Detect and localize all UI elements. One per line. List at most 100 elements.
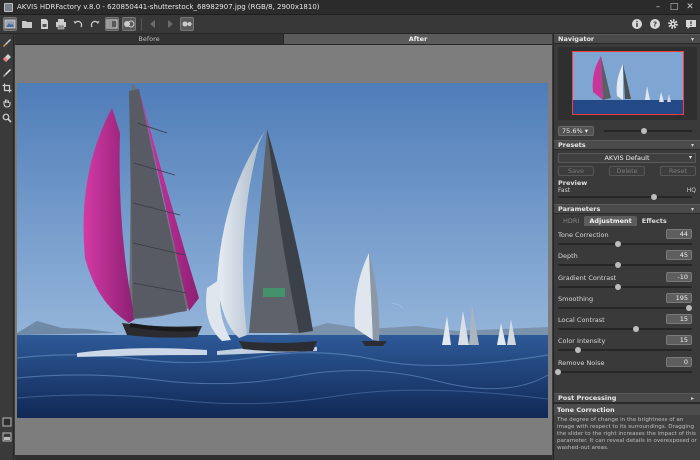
batch-button[interactable] <box>180 17 194 31</box>
tab-after[interactable]: After <box>283 34 552 44</box>
tool-background-color[interactable] <box>1 416 13 428</box>
preview-slider[interactable] <box>558 194 692 200</box>
redo-icon <box>90 20 100 28</box>
delete-preset-button[interactable]: Delete <box>609 166 645 176</box>
param-value-field[interactable]: 15 <box>666 335 692 346</box>
navigator-header[interactable]: Navigator ▾ <box>554 34 700 44</box>
param-slider-knob[interactable] <box>615 262 622 269</box>
param-label: Tone Correction <box>558 231 609 239</box>
reset-preset-button[interactable]: Reset <box>660 166 696 176</box>
navigator-title: Navigator <box>558 35 595 43</box>
zoom-select[interactable]: 75.6% ▾ <box>558 126 594 136</box>
svg-text:?: ? <box>653 21 657 29</box>
forward-button[interactable] <box>163 17 177 31</box>
presets-header[interactable]: Presets ▾ <box>554 140 700 150</box>
presets-title: Presets <box>558 141 586 149</box>
zoom-slider[interactable] <box>604 128 692 134</box>
param-label: Local Contrast <box>558 316 605 325</box>
save-button[interactable] <box>37 17 51 31</box>
redo-button[interactable] <box>88 17 102 31</box>
eraser-icon <box>3 54 11 62</box>
param-slider-knob[interactable] <box>575 347 582 354</box>
tool-zoom[interactable] <box>1 112 13 124</box>
preview-fast-label: Fast <box>558 187 571 194</box>
close-button[interactable]: ✕ <box>682 1 698 13</box>
tab-hdri[interactable]: HDRI <box>558 216 584 226</box>
collapse-icon: ▾ <box>690 206 694 213</box>
image-canvas[interactable] <box>15 45 552 460</box>
tool-crop[interactable] <box>1 82 13 94</box>
zoom-value: 75.6% <box>562 127 583 135</box>
zoom-slider-knob[interactable] <box>640 128 647 134</box>
parameters-header[interactable]: Parameters ▾ <box>554 204 700 214</box>
tip-title: Tone Correction <box>554 404 700 415</box>
print-button[interactable] <box>54 17 68 31</box>
tip-text: The degree of change in the brightness o… <box>557 417 697 451</box>
param-row-remove-noise: Remove Noise 0 <box>554 356 700 378</box>
tool-toggle-view[interactable] <box>1 431 13 443</box>
arrow-right-icon <box>168 20 173 28</box>
param-value-field[interactable]: 45 <box>666 250 692 261</box>
param-slider-knob[interactable] <box>686 304 693 311</box>
save-preset-button[interactable]: Save <box>558 166 594 176</box>
info-button[interactable] <box>630 17 644 31</box>
back-button[interactable] <box>146 17 160 31</box>
arrow-left-icon <box>150 20 155 28</box>
param-value-field[interactable]: 0 <box>666 356 692 367</box>
compare-button[interactable] <box>105 17 119 31</box>
notifications-button[interactable] <box>684 17 698 31</box>
settings-button[interactable] <box>666 17 680 31</box>
param-row-depth: Depth 45 <box>554 250 700 271</box>
param-slider-knob[interactable] <box>555 368 561 375</box>
param-value-field[interactable]: -10 <box>666 271 692 282</box>
tool-hand[interactable] <box>1 97 13 109</box>
param-value-field[interactable]: 15 <box>666 314 692 325</box>
brush-icon <box>3 39 11 47</box>
expand-icon: ▸ <box>690 395 694 402</box>
photo-artwork <box>17 83 548 418</box>
minimize-button[interactable]: – <box>650 1 666 13</box>
help-icon: ? <box>650 19 660 29</box>
param-slider[interactable] <box>558 241 692 247</box>
preset-select[interactable]: AKVIS Default ▾ <box>558 153 696 163</box>
param-slider-knob[interactable] <box>615 283 622 290</box>
toolbar-separator <box>141 17 142 31</box>
tab-before[interactable]: Before <box>15 34 283 44</box>
parameter-list: Tone Correction 44 Depth 45 Gradient Contras… <box>554 229 700 378</box>
param-slider[interactable] <box>558 304 693 311</box>
collapse-icon: ▾ <box>690 36 694 43</box>
help-button[interactable]: ? <box>648 17 662 31</box>
param-value-field[interactable]: 195 <box>666 292 692 303</box>
tab-effects[interactable]: Effects <box>637 216 672 226</box>
param-slider-knob[interactable] <box>615 241 622 247</box>
param-value-field[interactable]: 44 <box>666 229 692 239</box>
preview-row: Fast HQ <box>554 187 700 194</box>
param-slider[interactable] <box>558 283 692 290</box>
tool-brush[interactable] <box>1 37 13 49</box>
open-image-button[interactable] <box>3 17 17 31</box>
tool-history-brush[interactable] <box>1 67 13 79</box>
tool-eraser[interactable] <box>1 52 13 64</box>
maximize-button[interactable]: □ <box>666 1 682 13</box>
horizontal-scrollbar[interactable] <box>15 455 552 460</box>
navigator-preview[interactable] <box>558 47 697 120</box>
param-slider[interactable] <box>555 368 692 375</box>
chevron-down-icon: ▾ <box>688 154 692 161</box>
zoom-icon <box>2 113 12 123</box>
color-swatch-icon <box>2 417 12 427</box>
window-title: AKVIS HDRFactory v.8.0 - 620850441-shutt… <box>17 3 320 11</box>
param-slider[interactable] <box>558 347 692 354</box>
post-processing-header[interactable]: Post Processing ▸ <box>554 393 700 403</box>
param-slider[interactable] <box>558 262 692 269</box>
open-folder-button[interactable] <box>20 17 34 31</box>
preset-buttons: Save Delete Reset <box>558 166 696 176</box>
tab-adjustment[interactable]: Adjustment <box>584 216 637 226</box>
preview-slider-knob[interactable] <box>651 194 658 200</box>
hdr-settings-button[interactable] <box>122 17 136 31</box>
collapse-icon: ▾ <box>690 142 694 149</box>
param-slider[interactable] <box>558 326 692 333</box>
param-row-tone-correction: Tone Correction 44 <box>554 229 700 250</box>
param-slider-knob[interactable] <box>632 326 639 333</box>
tool-palette <box>0 34 14 460</box>
undo-button[interactable] <box>71 17 85 31</box>
